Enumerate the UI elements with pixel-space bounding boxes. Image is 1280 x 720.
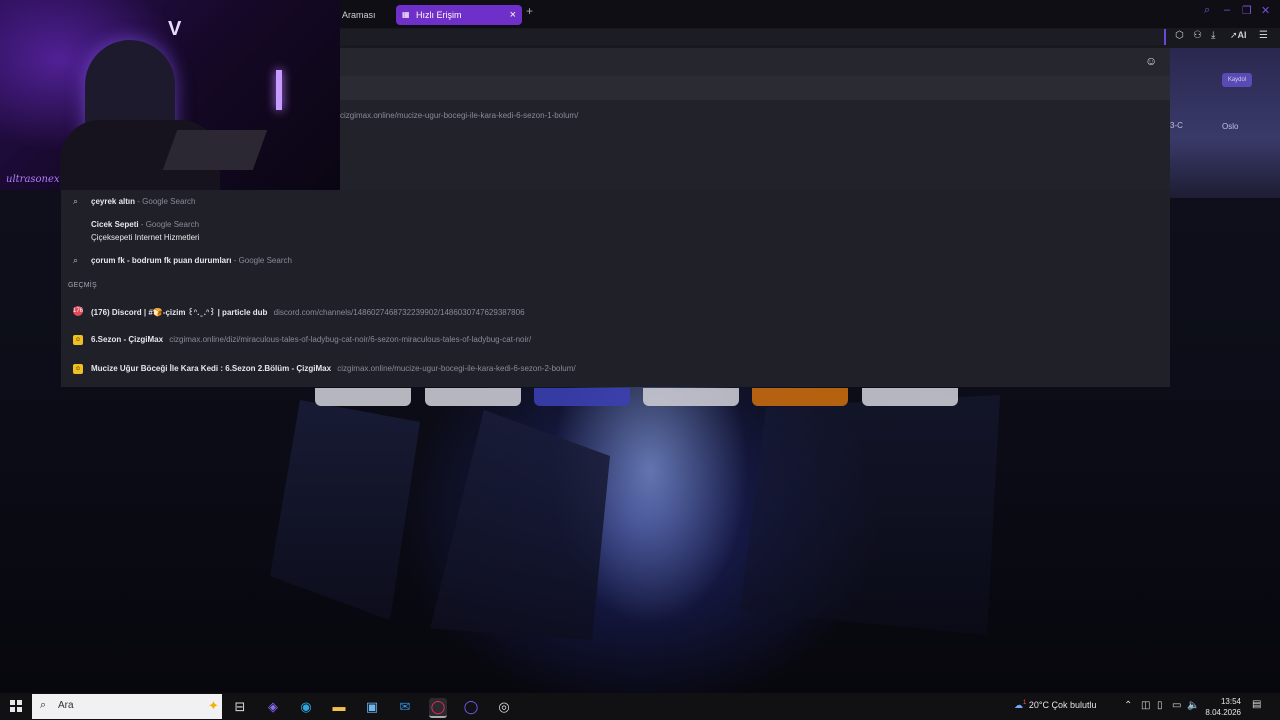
meet-icon[interactable]: ◫ [1141,700,1150,711]
history-item[interactable]: (176) Discord | #🍞-çizim ꒰ᐢ. ̫ .ᐢ꒱ | par… [91,306,525,317]
speed-dial-tile-6[interactable] [862,388,958,406]
search-icon: ⌕ [73,196,79,206]
opera-gx-icon[interactable]: ◯ [429,698,447,718]
suggestion-subtitle: Çiçeksepeti Internet Hizmetleri [91,233,200,242]
bing-sparkle-icon[interactable]: ✦ [208,698,219,714]
search-icon: ⌕ [40,699,47,711]
history-title: Mucize Uğur Böceği İle Kara Kedi : 6.Sez… [91,364,332,373]
clock-date: 8.04.2026 [1205,708,1241,717]
taskbar-search[interactable]: ⌕ Ara ✦ [32,694,222,719]
search-tabs-icon[interactable]: ⌕ [1204,4,1210,17]
speed-dial-tile-3[interactable] [534,388,630,406]
emoji-icon[interactable]: ☺ [1145,54,1157,68]
profile-icon[interactable]: ⚇ [1193,30,1202,41]
suggestion-url[interactable]: cizgimax.online/mucize-ugur-bocegi-ile-k… [340,111,578,120]
history-title: 6.Sezon - ÇizgiMax [91,335,164,344]
volume-icon[interactable]: 🔈 [1187,700,1199,711]
omnibox-input-row[interactable] [340,48,1170,76]
speed-dial-tile-1[interactable] [315,388,411,406]
suggestion-item[interactable]: Cicek Sepeti - Google Search [91,220,199,229]
background-rock-right [740,395,1000,635]
chrome-icon[interactable]: ◎ [495,698,513,716]
webcam-light-strip [276,70,282,110]
tab-previous[interactable]: Araması [340,5,392,25]
clock-time: 13:54 [1220,697,1241,706]
history-url: discord.com/channels/1486027468732239902… [273,308,525,317]
window-close-icon[interactable]: ✕ [1261,4,1270,17]
cizgimax-favicon: ☺ [73,364,83,374]
suggestion-source: - Google Search [138,220,200,229]
weather-badge: 1 [1023,700,1027,706]
history-header: GEÇMİŞ [68,282,97,289]
chevron-up-icon[interactable]: ⌃ [1124,700,1132,711]
history-url: cizgimax.online/dizi/miraculous-tales-of… [169,335,532,344]
speed-dial-tile-4[interactable] [643,388,739,406]
tab-active[interactable]: ▦ Hızlı Erişim × [396,5,522,25]
history-url: cizgimax.online/mucize-ugur-bocegi-ile-k… [337,364,576,373]
history-item[interactable]: 6.Sezon - ÇizgiMax cizgimax.online/dizi/… [91,335,531,344]
discord-favicon: 176 [73,306,84,316]
suggestion-item[interactable]: çeyrek altın - Google Search [91,197,196,206]
omnibox-row[interactable] [340,76,1170,100]
windows-start-icon[interactable] [10,700,22,712]
download-icon[interactable]: ⤓ [1211,30,1215,41]
cizgimax-favicon: ☺ [73,335,83,345]
opera-icon[interactable]: ◯ [462,698,480,716]
search-icon: ⌕ [73,255,79,265]
webcam-signature: ultrasonex [6,174,60,185]
store-icon[interactable]: ▣ [363,698,381,716]
extensions-icon[interactable]: ⬡ [1175,30,1184,41]
file-explorer-icon[interactable]: ▬ [330,698,348,716]
cloud-icon: ☁ [1014,700,1023,710]
taskbar-search-input[interactable]: Ara [58,700,74,711]
new-tab-button[interactable]: + [526,4,533,18]
history-title: (176) Discord | #🍞-çizim ꒰ᐢ. ̫ .ᐢ꒱ | par… [91,308,268,317]
ai-label: AI [1237,30,1247,40]
history-item[interactable]: Mucize Uğur Böceği İle Kara Kedi : 6.Sez… [91,364,576,373]
webcam-keyboard [162,130,268,170]
weather-text: 20°C Çok bulutlu [1028,700,1097,710]
suggestion-source: - Google Search [135,197,196,206]
suggestion-item[interactable]: çorum fk - bodrum fk puan durumları - Go… [91,256,292,265]
task-view-icon[interactable]: ⊟ [231,698,249,716]
notification-icon[interactable]: ▤ [1252,699,1261,710]
clock[interactable]: 13:54 8.04.2026 [1203,696,1241,718]
network-icon[interactable]: ▭ [1172,700,1181,711]
webcam-overlay: V ultrasonex [0,0,340,190]
signup-button[interactable]: Kaydol [1222,73,1252,87]
page-text-3c: 3-C [1170,121,1183,130]
outlook-icon[interactable]: ✉ [396,698,414,716]
address-bar[interactable] [340,29,1166,45]
page-text-oslo: Oslo [1222,122,1239,131]
tab-active-label: Hızlı Erişim [416,10,462,20]
close-icon[interactable]: × [510,5,516,25]
valorant-logo-icon: V [168,18,182,40]
suggestion-text: çorum fk - bodrum fk puan durumları [91,256,232,265]
send-icon: ➚ [1230,30,1238,40]
speed-dial-tile-2[interactable] [425,388,521,406]
suggestion-source: - Google Search [231,256,292,265]
omnibox-dropdown [61,190,1170,387]
copilot-icon[interactable]: ◈ [264,698,282,716]
battery-icon[interactable]: ▯ [1157,700,1163,711]
speed-dial-tile-5[interactable] [752,388,848,406]
ai-button[interactable]: ➚AI [1230,30,1247,41]
menu-icon[interactable]: ☰ [1259,30,1268,41]
tab-previous-label: Araması [342,10,376,20]
suggestion-text: çeyrek altın [91,197,136,206]
maximize-icon[interactable]: ❐ [1242,4,1252,17]
edge-icon[interactable]: ◉ [297,698,315,716]
grid-icon: ▦ [402,10,410,19]
suggestion-text: Cicek Sepeti [91,220,139,229]
weather-widget[interactable]: ☁1 20°C Çok bulutlu [1014,700,1097,711]
minimize-icon[interactable]: – [1224,4,1230,16]
tab-strip: Araması ▦ Hızlı Erişim × + [340,0,1280,28]
